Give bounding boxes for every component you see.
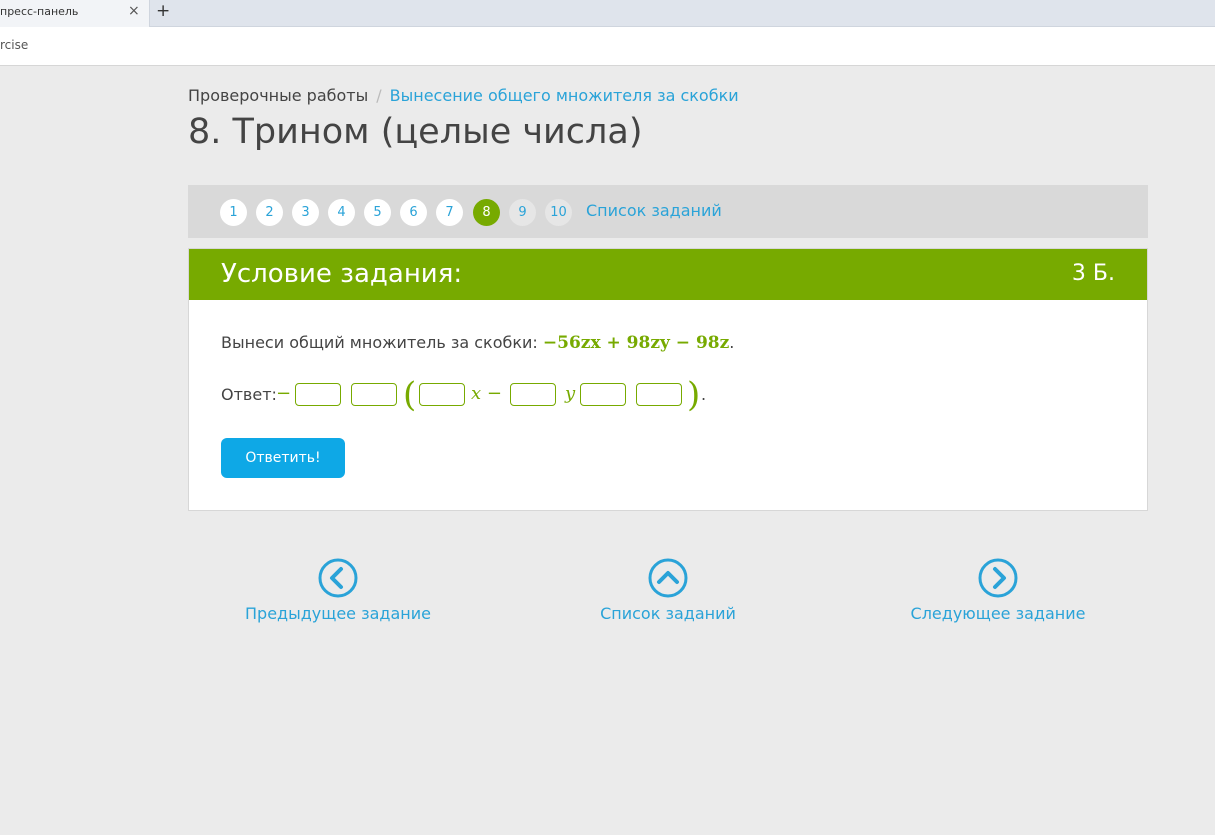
new-tab-icon[interactable]: + <box>156 1 170 21</box>
breadcrumb-separator: / <box>376 86 382 105</box>
pager-item-5[interactable]: 5 <box>364 199 391 226</box>
answer-close-paren: ) <box>687 375 701 415</box>
answer-input-1[interactable] <box>295 383 341 406</box>
pager-item-2[interactable]: 2 <box>256 199 283 226</box>
task-panel-header: Условие задания: 3 Б. <box>189 249 1147 300</box>
answer-x-term: x − <box>471 383 502 404</box>
task-panel: Условие задания: 3 Б. Вынеси общий множи… <box>188 248 1148 511</box>
pager-item-3[interactable]: 3 <box>292 199 319 226</box>
browser-tab-bar: пресс-панель × + <box>0 0 1215 27</box>
previous-task-link[interactable]: Предыдущее задание <box>218 558 458 623</box>
submit-answer-button[interactable]: Ответить! <box>221 438 345 478</box>
address-bar[interactable]: rcise <box>0 27 1215 66</box>
pager-item-9[interactable]: 9 <box>509 199 536 226</box>
address-bar-url[interactable]: rcise <box>0 38 28 52</box>
breadcrumb-current[interactable]: Вынесение общего множителя за скобки <box>390 86 739 105</box>
pager-item-10[interactable]: 10 <box>545 199 572 226</box>
answer-open-paren: ( <box>403 375 417 415</box>
task-pager: 1 2 3 4 5 6 7 8 9 10 Список заданий <box>188 185 1148 238</box>
chevron-up-circle-icon[interactable] <box>648 558 688 598</box>
pager-item-7[interactable]: 7 <box>436 199 463 226</box>
breadcrumb: Проверочные работы / Вынесение общего множ… <box>188 86 739 105</box>
previous-task-label[interactable]: Предыдущее задание <box>218 604 458 623</box>
task-prompt-end: . <box>729 333 735 352</box>
task-prompt-text: Вынеси общий множитель за скобки: <box>221 333 538 352</box>
chevron-left-circle-icon[interactable] <box>318 558 358 598</box>
close-tab-icon[interactable]: × <box>128 3 140 19</box>
task-points: 3 Б. <box>1071 261 1115 286</box>
task-list-label[interactable]: Список заданий <box>548 604 788 623</box>
pager-item-6[interactable]: 6 <box>400 199 427 226</box>
task-expression: −56zx + 98zy − 98z <box>542 333 730 353</box>
answer-y-term: y <box>565 383 576 404</box>
browser-tab-title: пресс-панель <box>0 5 79 18</box>
pager-item-1[interactable]: 1 <box>220 199 247 226</box>
answer-leading-sign: − <box>276 383 292 404</box>
answer-label: Ответ: <box>221 385 277 404</box>
task-list-link[interactable]: Список заданий <box>548 558 788 623</box>
chevron-right-circle-icon[interactable] <box>978 558 1018 598</box>
answer-input-4[interactable] <box>510 383 556 406</box>
pager-task-list-link[interactable]: Список заданий <box>586 201 722 220</box>
answer-input-3[interactable] <box>419 383 465 406</box>
task-prompt: Вынеси общий множитель за скобки: −56zx … <box>221 333 734 353</box>
answer-input-6[interactable] <box>636 383 682 406</box>
browser-tab[interactable]: пресс-панель × <box>0 0 150 27</box>
pager-item-4[interactable]: 4 <box>328 199 355 226</box>
task-condition-title: Условие задания: <box>221 259 463 289</box>
answer-end: . <box>701 385 707 404</box>
next-task-label[interactable]: Следующее задание <box>878 604 1118 623</box>
pager-item-8-active[interactable]: 8 <box>473 199 500 226</box>
page-title: 8. Трином (целые числа) <box>188 112 643 152</box>
breadcrumb-root[interactable]: Проверочные работы <box>188 86 368 105</box>
answer-input-5[interactable] <box>580 383 626 406</box>
answer-input-2[interactable] <box>351 383 397 406</box>
next-task-link[interactable]: Следующее задание <box>878 558 1118 623</box>
